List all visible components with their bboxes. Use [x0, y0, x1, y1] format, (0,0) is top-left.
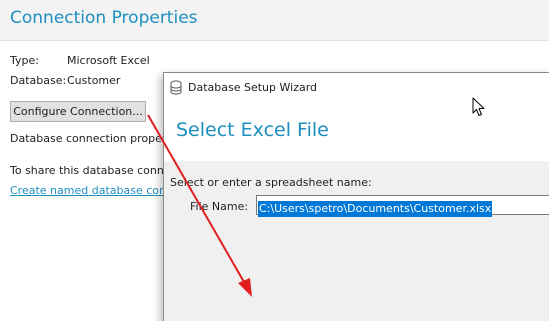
- configure-connection-button[interactable]: Configure Connection...: [10, 101, 146, 122]
- connection-properties-header: Connection Properties: [0, 0, 549, 41]
- screen: Connection Properties Type: Microsoft Ex…: [0, 0, 549, 321]
- type-label: Type:: [10, 54, 39, 67]
- file-name-value: C:\Users\spetro\Documents\Customer.xlsx: [258, 201, 493, 217]
- wizard-window-title: Database Setup Wizard: [188, 81, 318, 94]
- database-setup-wizard: Database Setup Wizard Select Excel File …: [163, 72, 549, 321]
- spreadsheet-prompt-label: Select or enter a spreadsheet name:: [170, 176, 372, 189]
- wizard-banner: Select Excel File: [164, 102, 549, 162]
- file-name-input[interactable]: C:\Users\spetro\Documents\Customer.xlsx: [256, 195, 549, 217]
- file-name-label: File Name:: [190, 200, 249, 213]
- wizard-titlebar[interactable]: Database Setup Wizard: [164, 73, 549, 102]
- mouse-cursor-icon: [472, 97, 485, 116]
- create-named-connection-link[interactable]: Create named database conn: [10, 184, 173, 197]
- connection-properties-text: Database connection proper: [10, 132, 167, 145]
- type-value: Microsoft Excel: [67, 54, 150, 67]
- database-label: Database:: [10, 74, 67, 87]
- database-value: Customer: [67, 74, 121, 87]
- share-database-text: To share this database conne: [10, 164, 171, 177]
- page-title: Connection Properties: [10, 8, 198, 28]
- wizard-heading: Select Excel File: [176, 119, 329, 141]
- database-icon: [170, 80, 182, 95]
